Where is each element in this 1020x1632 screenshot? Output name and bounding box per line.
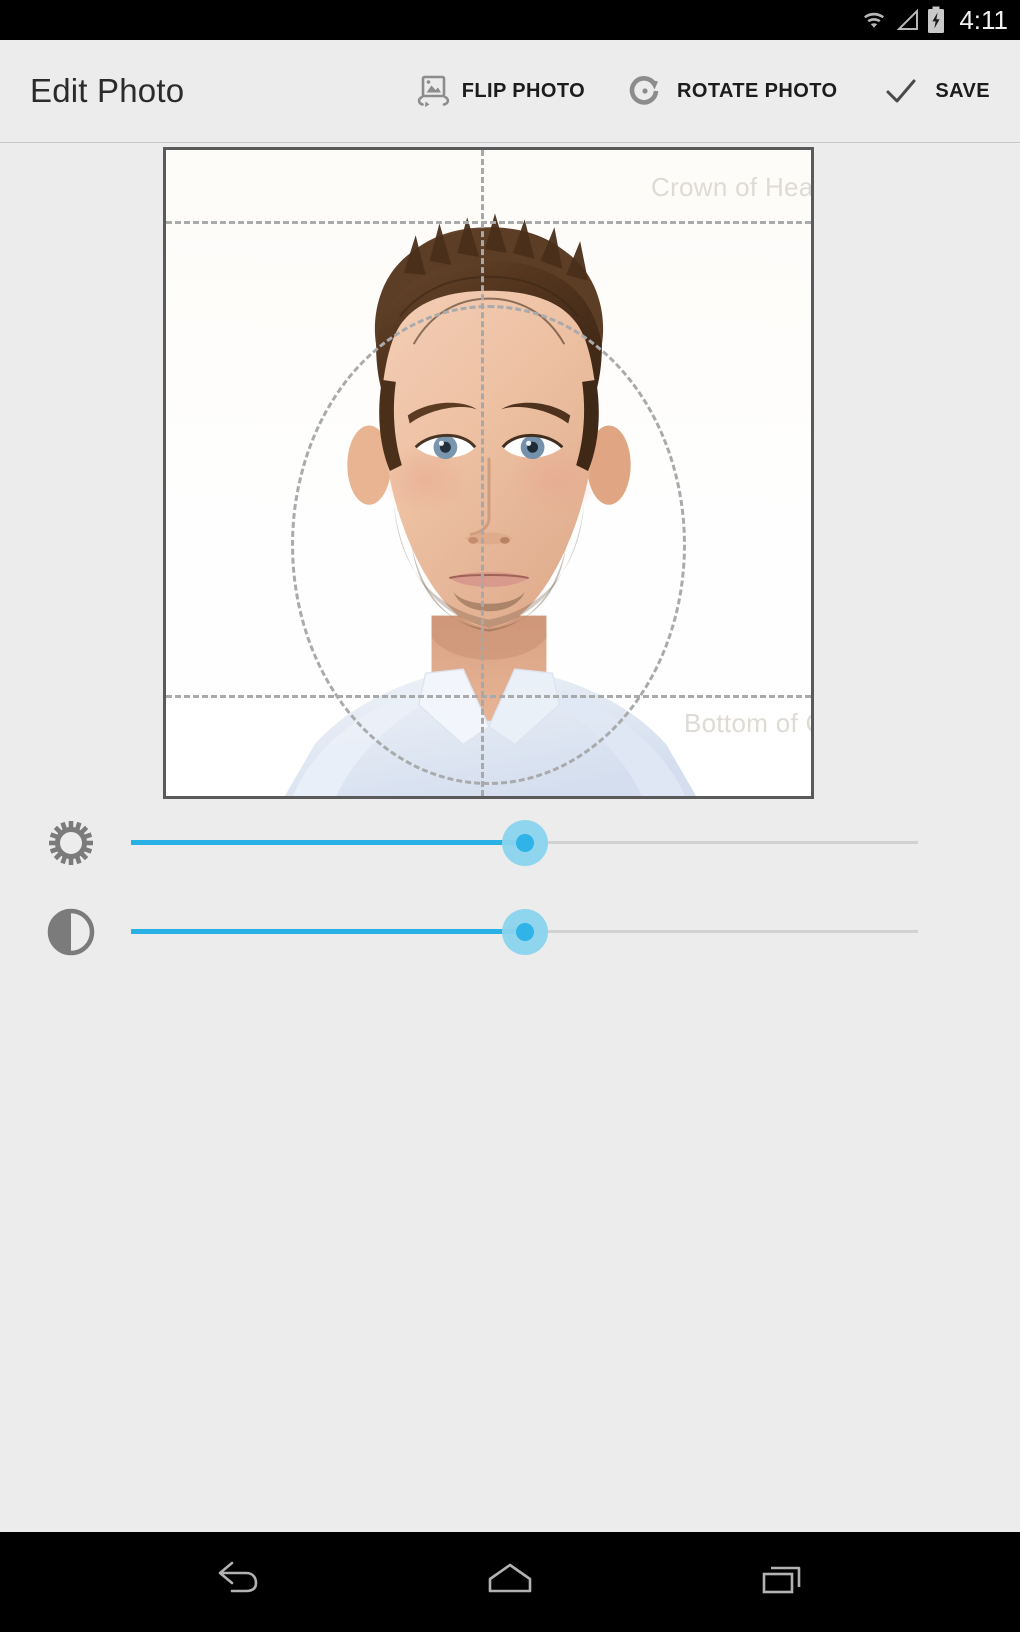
photo-preview-frame[interactable]: Crown of Head Bottom of Chin — [163, 147, 814, 799]
edit-photo-screen: 4:11 Edit Photo FLIP PHOTO ROTATE PHOTO … — [0, 0, 1020, 1632]
contrast-slider[interactable] — [131, 902, 918, 962]
save-label: SAVE — [935, 79, 990, 102]
recents-icon — [757, 1559, 807, 1606]
brightness-slider[interactable] — [131, 813, 918, 873]
flip-photo-label: FLIP PHOTO — [461, 79, 586, 102]
cellular-signal-icon — [896, 8, 919, 30]
rotate-photo-button[interactable]: ROTATE PHOTO — [623, 40, 837, 142]
brightness-track-fill — [131, 840, 525, 845]
rotate-photo-icon — [623, 69, 667, 113]
contrast-half-circle-icon — [45, 906, 97, 958]
battery-charging-icon — [928, 6, 945, 33]
back-button[interactable] — [138, 1532, 338, 1632]
action-bar-buttons: FLIP PHOTO ROTATE PHOTO SAVE — [409, 40, 1020, 142]
photo-image: Crown of Head Bottom of Chin — [166, 150, 811, 796]
rotate-photo-label: ROTATE PHOTO — [677, 79, 838, 102]
brightness-slider-row — [0, 813, 1020, 873]
flip-photo-icon — [409, 69, 453, 113]
flip-photo-button[interactable]: FLIP PHOTO — [409, 40, 585, 142]
save-button[interactable]: SAVE — [879, 40, 990, 142]
status-bar-clock: 4:11 — [959, 5, 1008, 35]
android-navigation-bar — [0, 1532, 1020, 1632]
recents-button[interactable] — [682, 1532, 882, 1632]
status-bar-icons: 4:11 — [859, 6, 1008, 34]
home-icon — [485, 1559, 535, 1606]
action-bar: Edit Photo FLIP PHOTO ROTATE PHOTO SAVE — [0, 40, 1020, 143]
contrast-thumb[interactable] — [515, 923, 534, 941]
back-arrow-icon — [212, 1559, 264, 1606]
nav-spacer-left — [338, 1582, 410, 1583]
brightness-thumb[interactable] — [515, 834, 534, 852]
status-bar: 4:11 — [0, 0, 1020, 40]
brightness-sun-icon — [45, 817, 97, 869]
page-title: Edit Photo — [30, 72, 185, 109]
wifi-icon — [860, 10, 888, 32]
checkmark-icon — [879, 69, 923, 113]
portrait-photo — [166, 150, 811, 796]
nav-spacer-right — [610, 1582, 682, 1583]
contrast-track-fill — [131, 929, 525, 934]
contrast-slider-row — [0, 902, 1020, 962]
home-button[interactable] — [410, 1532, 610, 1632]
